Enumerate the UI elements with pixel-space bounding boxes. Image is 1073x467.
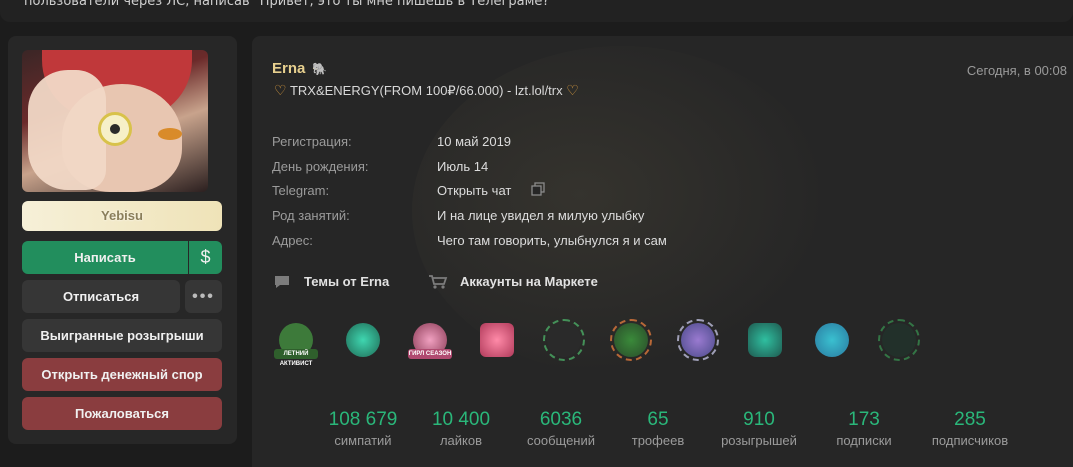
birthday-label: День рождения: <box>272 159 369 174</box>
trophy-handshake[interactable] <box>742 319 788 365</box>
trophy-lock[interactable] <box>876 319 922 365</box>
open-dispute-button[interactable]: Открыть денежный спор <box>22 358 222 391</box>
avatar[interactable] <box>22 50 208 192</box>
username-badge-icon: 🐘 <box>312 62 327 76</box>
trophy-silver-wreath[interactable] <box>675 319 721 365</box>
perry-trophy-icon <box>815 323 849 357</box>
stat-trophies[interactable]: 65 трофеев <box>603 409 713 449</box>
unsubscribe-button[interactable]: Отписаться <box>22 280 180 313</box>
cart-icon <box>429 275 448 289</box>
trophy-pink-card[interactable] <box>474 319 520 365</box>
top-notice-bar: пользователи через ЛС, написав "Привет, … <box>0 0 1073 22</box>
trophy-hummingbird[interactable] <box>340 319 386 365</box>
heart-icon: ♡ <box>274 82 287 98</box>
stat-subscriptions[interactable]: 173 подписки <box>809 409 919 449</box>
more-options-button[interactable]: ••• <box>185 280 222 313</box>
stat-subscribers[interactable]: 285 подписчиков <box>915 409 1025 449</box>
user-status: ♡ TRX&ENERGY(FROM 100₽/66.000) - lzt.lol… <box>274 82 579 100</box>
trophy-pink-cat[interactable]: ГИРЛ СЕАЗОН <box>407 319 453 365</box>
nickname-plate: Yebisu <box>22 201 222 231</box>
copy-icon[interactable] <box>531 182 545 196</box>
trophy-autumn-wreath[interactable] <box>608 319 654 365</box>
trophy-perry[interactable] <box>809 319 855 365</box>
telegram-label: Telegram: <box>272 183 330 198</box>
top-notice-text: пользователи через ЛС, написав "Привет, … <box>24 0 556 9</box>
username[interactable]: Erna <box>272 60 305 77</box>
autumn-wreath-trophy-icon <box>614 323 648 357</box>
handshake-trophy-icon <box>748 323 782 357</box>
occupation-label: Род занятий: <box>272 208 350 223</box>
user-threads-link[interactable]: Темы от Erna <box>304 274 389 289</box>
last-seen-time: Сегодня, в 00:08 <box>966 63 1067 78</box>
market-accounts-link[interactable]: Аккаунты на Маркете <box>460 274 598 289</box>
won-giveaways-button[interactable]: Выигранные розыгрыши <box>22 319 222 352</box>
profile-card: Erna 🐘 Сегодня, в 00:08 ♡ TRX&ENERGY(FRO… <box>252 36 1073 467</box>
stat-giveaways[interactable]: 910 розыгрышей <box>704 409 814 449</box>
telegram-open-chat-link[interactable]: Открыть чат <box>437 183 511 198</box>
address-label: Адрес: <box>272 233 313 248</box>
profile-sidebar: Yebisu Написать $ Отписаться ••• Выигран… <box>8 36 237 444</box>
occupation-value: И на лице увидел я милую улыбку <box>437 208 645 223</box>
stat-sympathies[interactable]: 108 679 симпатий <box>308 409 418 449</box>
trophy-summer-activist[interactable]: ЛЕТНИЙ АКТИВИСТ <box>273 319 319 367</box>
hummingbird-trophy-icon <box>346 323 380 357</box>
registration-label: Регистрация: <box>272 134 352 149</box>
address-value: Чего там говорить, улыбнулся я и сам <box>437 233 667 248</box>
heart-icon: ♡ <box>566 82 579 98</box>
wreath-trophy-icon <box>547 323 581 357</box>
report-button[interactable]: Пожаловаться <box>22 397 222 430</box>
stat-likes[interactable]: 10 400 лайков <box>406 409 516 449</box>
registration-value: 10 май 2019 <box>437 134 512 149</box>
pink-card-trophy-icon <box>480 323 514 357</box>
more-dots-icon: ••• <box>192 288 215 305</box>
status-text: TRX&ENERGY(FROM 100₽/66.000) - lzt.lol/t… <box>289 83 563 98</box>
stat-messages[interactable]: 6036 сообщений <box>506 409 616 449</box>
write-message-button[interactable]: Написать <box>22 241 188 274</box>
trophy-wreath[interactable] <box>541 319 587 365</box>
silver-wreath-trophy-icon <box>681 323 715 357</box>
send-money-button[interactable]: $ <box>189 241 222 274</box>
birthday-value: Июль 14 <box>437 159 489 174</box>
chat-bubble-icon <box>275 276 289 288</box>
lock-trophy-icon <box>882 323 916 357</box>
